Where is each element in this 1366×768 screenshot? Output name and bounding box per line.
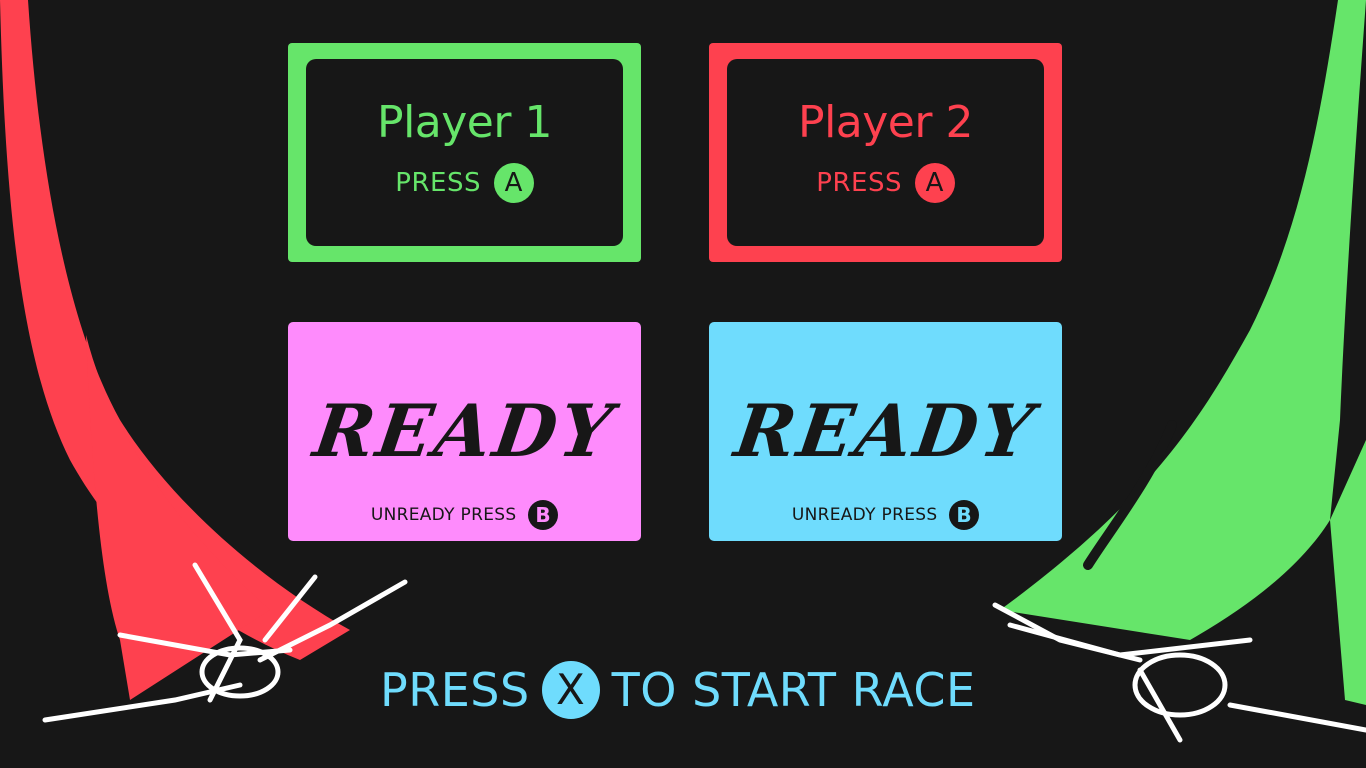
player2-ready-card[interactable]: READY UNREADY PRESS B [709, 322, 1062, 541]
player1-card-inner: Player 1 PRESS A [306, 59, 623, 246]
background-decoration [0, 0, 1366, 743]
b-button-icon: B [528, 500, 559, 530]
a-button-icon: A [493, 163, 534, 203]
player2-card-inner: Player 2 PRESS A [727, 59, 1044, 246]
player1-ready-status: READY [308, 388, 621, 473]
x-button-icon: X [541, 661, 600, 719]
a-button-icon: A [914, 163, 955, 203]
player2-ready-status: READY [729, 388, 1042, 473]
player1-unready-prompt: UNREADY PRESS B [288, 500, 641, 530]
player1-name: Player 1 [377, 97, 552, 148]
player1-press-prompt: PRESS A [306, 163, 623, 203]
start-race-label: TO START RACE [611, 663, 976, 717]
player2-unready-prompt: UNREADY PRESS B [709, 500, 1062, 530]
player2-press-label: PRESS [816, 168, 902, 198]
b-button-icon: B [949, 500, 980, 530]
start-press-label: PRESS [380, 663, 530, 717]
player1-ready-card[interactable]: READY UNREADY PRESS B [288, 322, 641, 541]
player1-join-card[interactable]: Player 1 PRESS A [288, 43, 641, 262]
player2-press-prompt: PRESS A [727, 163, 1044, 203]
player2-name: Player 2 [798, 97, 973, 148]
start-race-prompt[interactable]: PRESS X TO START RACE [380, 660, 1010, 720]
player1-unready-label: UNREADY PRESS [370, 505, 517, 525]
player2-join-card[interactable]: Player 2 PRESS A [709, 43, 1062, 262]
player1-press-label: PRESS [395, 168, 481, 198]
player2-unready-label: UNREADY PRESS [791, 505, 938, 525]
